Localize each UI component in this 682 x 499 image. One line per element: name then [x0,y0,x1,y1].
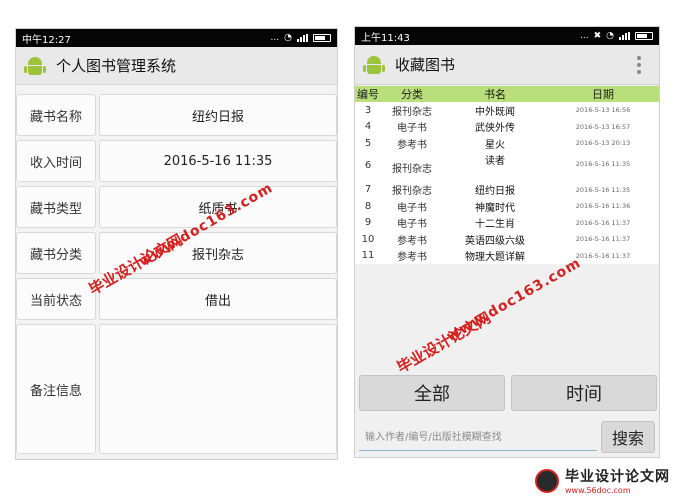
wifi-icon: ◔ [284,33,292,43]
cell-category: 参考书 [397,139,427,151]
screen-title: 收藏图书 [395,56,456,74]
field-row-time: 收入时间 2016-5-16 11:35 [16,138,337,184]
column-header-name[interactable]: 书名 [443,86,547,102]
cell-no: 8 [364,200,372,212]
field-row-status: 当前状态 借出 [16,276,337,322]
cell-no: 4 [364,121,372,133]
cell-name: 读者 [485,155,505,167]
status-bar: 上午11:43 ... ✖ ◔ [355,27,659,45]
table-row[interactable]: 11 参考书 物理大题详解 2016-5-16 11:37 [355,248,659,265]
android-logo-icon [363,54,385,76]
column-header-category[interactable]: 分类 [381,86,443,102]
current-status-field[interactable]: 借出 [99,278,337,320]
field-row-notes: 备注信息 [16,322,337,456]
cell-date: 2016-5-16 11:37 [575,251,631,260]
sort-by-time-button[interactable]: 时间 [511,375,657,411]
table-row[interactable]: 10 参考书 英语四级六级 2016-5-16 11:37 [355,231,659,248]
search-input[interactable] [359,425,597,451]
status-time: 上午11:43 [361,32,410,44]
cell-no: 7 [364,184,372,196]
cell-name: 十二生肖 [475,219,515,231]
cell-category: 参考书 [397,252,427,264]
cell-date: 2016-5-13 16:56 [575,106,631,115]
table-row[interactable]: 4 电子书 武侠外传 2016-5-13 16:57 [355,119,659,136]
show-all-button[interactable]: 全部 [359,375,505,411]
book-table: 编号 分类 书名 日期 3 报刊杂志 中外既闻 2016-5-13 16:56 … [355,86,659,264]
cell-no: 6 [364,159,372,171]
table-row[interactable]: 6 报刊杂志 读者 2016-5-16 11:35 [355,152,659,182]
status-time: 中午12:27 [22,34,71,46]
site-logo-icon [535,468,559,493]
search-bar: 搜索 [355,419,659,457]
cell-date: 2016-5-16 11:35 [575,185,631,194]
field-label: 藏书类型 [16,186,96,228]
notification-dots-icon: ... [580,31,589,41]
action-bar: 收藏图书 [355,45,659,85]
column-header-no[interactable]: 编号 [355,86,381,102]
cell-name: 神魔时代 [475,202,515,214]
signal-icon [619,32,630,40]
battery-icon [313,34,331,42]
cell-name: 武侠外传 [475,123,515,135]
table-row[interactable]: 3 报刊杂志 中外既闻 2016-5-13 16:56 [355,102,659,119]
notes-field[interactable] [99,324,337,454]
cell-date: 2016-5-16 11:37 [575,218,631,227]
cell-name: 中外既闻 [475,106,515,118]
cell-date: 2016-5-16 11:37 [575,235,631,244]
footer-logo: 毕业设计论文网 www.56doc.com [535,466,670,495]
cell-category: 电子书 [397,202,427,214]
cell-date: 2016-5-16 11:35 [575,159,631,168]
cell-name: 英语四级六级 [465,235,525,247]
field-row-type: 藏书类型 纸质书 [16,184,337,230]
cell-category: 电子书 [397,219,427,231]
cell-category: 报刊杂志 [392,163,432,175]
overflow-menu-icon[interactable] [637,55,651,74]
field-label: 藏书分类 [16,232,96,274]
android-logo-icon [24,55,46,77]
cell-date: 2016-5-13 20:13 [575,139,631,148]
cell-date: 2016-5-13 16:57 [575,122,631,131]
battery-icon [635,32,653,40]
column-header-date[interactable]: 日期 [547,86,659,102]
cell-name: 星火 [485,139,505,151]
wifi-icon: ◔ [606,31,614,41]
book-list-screen: 上午11:43 ... ✖ ◔ 收藏图书 编号 分类 书名 日期 3 报刊杂志 … [354,26,660,458]
cell-no: 5 [364,137,372,149]
field-label: 当前状态 [16,278,96,320]
cell-category: 报刊杂志 [392,186,432,198]
status-bar: 中午12:27 ... ◔ [16,29,337,47]
cell-category: 电子书 [397,123,427,135]
cell-category: 报刊杂志 [392,106,432,118]
cell-no: 10 [361,233,375,245]
table-row[interactable]: 5 参考书 星火 2016-5-13 20:13 [355,135,659,152]
notification-dots-icon: ... [270,33,280,43]
table-row[interactable]: 9 电子书 十二生肖 2016-5-16 11:37 [355,215,659,232]
table-header: 编号 分类 书名 日期 [355,86,659,102]
footer-site-url: www.56doc.com [565,486,631,495]
cell-name: 纽约日报 [475,186,515,198]
search-button[interactable]: 搜索 [601,421,655,453]
book-name-field[interactable]: 纽约日报 [99,94,337,136]
cell-no: 9 [364,217,372,229]
field-label: 藏书名称 [16,94,96,136]
signal-icon [297,34,308,42]
added-time-field[interactable]: 2016-5-16 11:35 [99,140,337,182]
table-row[interactable]: 7 报刊杂志 纽约日报 2016-5-16 11:35 [355,182,659,199]
cell-no: 3 [364,104,372,116]
action-bar: 个人图书管理系统 [16,47,337,85]
field-row-name: 藏书名称 纽约日报 [16,92,337,138]
table-row[interactable]: 8 电子书 神魔时代 2016-5-16 11:36 [355,198,659,215]
field-label: 备注信息 [16,324,96,454]
cell-name: 物理大题详解 [465,252,525,264]
cell-category: 参考书 [397,235,427,247]
footer-site-name: 毕业设计论文网 [565,469,670,485]
cell-date: 2016-5-16 11:36 [575,202,631,211]
app-title: 个人图书管理系统 [56,57,177,75]
silent-icon: ✖ [593,31,602,41]
book-detail-form: 藏书名称 纽约日报 收入时间 2016-5-16 11:35 藏书类型 纸质书 … [16,92,337,456]
field-label: 收入时间 [16,140,96,182]
cell-no: 11 [361,250,375,262]
